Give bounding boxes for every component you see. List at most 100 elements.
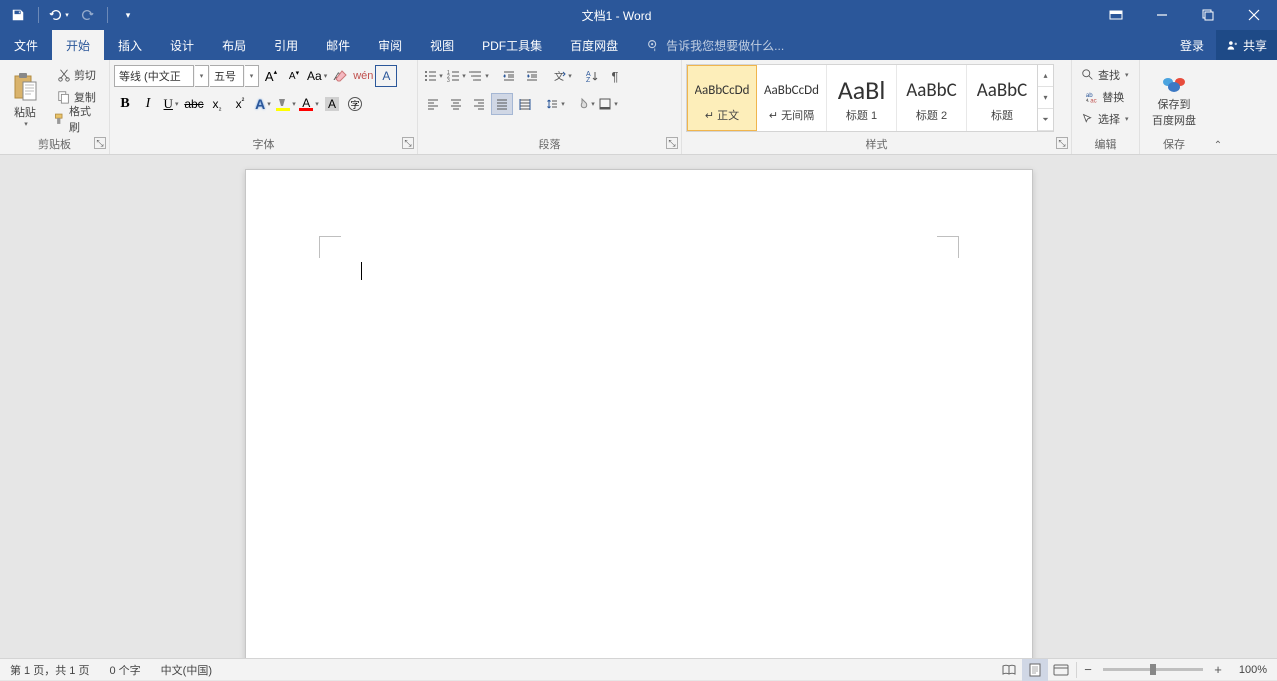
highlight-button[interactable]: ▾: [275, 93, 297, 115]
style-title[interactable]: AaBbC 标题: [967, 65, 1037, 131]
maximize-button[interactable]: [1185, 0, 1231, 30]
decrease-indent-button[interactable]: [498, 65, 520, 87]
tab-layout[interactable]: 布局: [208, 30, 260, 60]
borders-button[interactable]: ▾: [597, 93, 619, 115]
sort-button[interactable]: AZ: [581, 65, 603, 87]
increase-indent-button[interactable]: [521, 65, 543, 87]
paste-button[interactable]: 粘贴 ▾: [4, 64, 46, 136]
align-distributed-button[interactable]: [514, 93, 536, 115]
change-case-button[interactable]: Aa▾: [306, 65, 328, 87]
styles-gallery: AaBbCcDd ↵ 正文 AaBbCcDd ↵ 无间隔 AaBl 标题 1 A…: [686, 64, 1054, 132]
style-no-spacing[interactable]: AaBbCcDd ↵ 无间隔: [757, 65, 827, 131]
zoom-in-button[interactable]: +: [1209, 661, 1227, 679]
page[interactable]: [245, 169, 1033, 658]
status-page[interactable]: 第 1 页，共 1 页: [0, 659, 99, 680]
align-center-button[interactable]: [445, 93, 467, 115]
tab-design[interactable]: 设计: [156, 30, 208, 60]
superscript-button[interactable]: x²: [229, 93, 251, 115]
character-border-button[interactable]: A: [375, 65, 397, 87]
tell-me-search[interactable]: 告诉我您想要做什么...: [646, 30, 784, 60]
style-preview: AaBl: [838, 73, 886, 107]
sign-in-button[interactable]: 登录: [1168, 30, 1216, 60]
tab-baidu-netdisk[interactable]: 百度网盘: [556, 30, 632, 60]
paragraph-launcher[interactable]: ⤡: [666, 137, 678, 149]
tab-mailings[interactable]: 邮件: [312, 30, 364, 60]
asian-layout-button[interactable]: 文▾: [551, 65, 573, 87]
share-button[interactable]: 共享: [1216, 30, 1277, 60]
ribbon: 粘贴 ▾ 剪切 复制 格式刷 剪贴板 ⤡: [0, 60, 1277, 155]
tab-home[interactable]: 开始: [52, 30, 104, 60]
numbering-button[interactable]: 123▾: [445, 65, 467, 87]
ribbon-display-button[interactable]: [1093, 0, 1139, 30]
find-button[interactable]: 查找▾: [1076, 64, 1134, 86]
bold-button[interactable]: B: [114, 93, 136, 115]
styles-scroll-down[interactable]: ▾: [1038, 87, 1053, 109]
format-painter-button[interactable]: 格式刷: [48, 108, 105, 130]
font-name-dropdown[interactable]: ▾: [195, 65, 209, 87]
phonetic-guide-button[interactable]: wén: [352, 65, 374, 87]
undo-button[interactable]: ▾: [47, 3, 71, 27]
view-read-mode[interactable]: [996, 659, 1022, 681]
multilevel-list-button[interactable]: ▾: [468, 65, 490, 87]
bullets-button[interactable]: ▾: [422, 65, 444, 87]
enclose-characters-button[interactable]: 字: [344, 93, 366, 115]
text-effects-button[interactable]: A▾: [252, 93, 274, 115]
style-heading2[interactable]: AaBbC 标题 2: [897, 65, 967, 131]
select-button[interactable]: 选择▾: [1076, 108, 1134, 130]
subscript-button[interactable]: x₂: [206, 93, 228, 115]
font-color-button[interactable]: A▾: [298, 93, 320, 115]
font-size-combo[interactable]: 五号: [210, 65, 244, 87]
styles-scroll-up[interactable]: ▴: [1038, 65, 1053, 87]
view-web-layout[interactable]: [1048, 659, 1074, 681]
view-print-layout[interactable]: [1022, 659, 1048, 681]
strikethrough-button[interactable]: abc: [183, 93, 205, 115]
align-justify-button[interactable]: [491, 93, 513, 115]
shading-button[interactable]: ▾: [574, 93, 596, 115]
customize-qat-button[interactable]: ▾: [116, 3, 140, 27]
minimize-button[interactable]: [1139, 0, 1185, 30]
show-marks-button[interactable]: ¶: [604, 65, 626, 87]
status-word-count[interactable]: 0 个字: [99, 659, 150, 680]
tab-insert[interactable]: 插入: [104, 30, 156, 60]
underline-button[interactable]: U▾: [160, 93, 182, 115]
text-cursor: [361, 262, 362, 280]
tab-references[interactable]: 引用: [260, 30, 312, 60]
font-name-combo[interactable]: 等线 (中文正: [114, 65, 194, 87]
tell-me-placeholder: 告诉我您想要做什么...: [666, 37, 784, 54]
italic-button[interactable]: I: [137, 93, 159, 115]
tab-pdf-tools[interactable]: PDF工具集: [468, 30, 556, 60]
character-shading-button[interactable]: A: [321, 93, 343, 115]
collapse-ribbon-button[interactable]: ⌃: [1208, 60, 1228, 154]
style-name: ↵ 正文: [705, 107, 739, 123]
tab-review[interactable]: 审阅: [364, 30, 416, 60]
tab-file[interactable]: 文件: [0, 30, 52, 60]
tab-view[interactable]: 视图: [416, 30, 468, 60]
status-language[interactable]: 中文(中国): [151, 659, 222, 680]
font-launcher[interactable]: ⤡: [402, 137, 414, 149]
redo-button[interactable]: [75, 3, 99, 27]
clear-formatting-button[interactable]: A: [329, 65, 351, 87]
align-left-button[interactable]: [422, 93, 444, 115]
zoom-out-button[interactable]: −: [1079, 661, 1097, 679]
style-normal[interactable]: AaBbCcDd ↵ 正文: [687, 65, 757, 131]
shrink-font-button[interactable]: A▾: [283, 65, 305, 87]
grow-font-button[interactable]: A▴: [260, 65, 282, 87]
line-spacing-button[interactable]: ▾: [544, 93, 566, 115]
style-heading1[interactable]: AaBl 标题 1: [827, 65, 897, 131]
format-painter-label: 格式刷: [69, 103, 100, 135]
close-button[interactable]: [1231, 0, 1277, 30]
zoom-thumb[interactable]: [1150, 664, 1156, 675]
replace-button[interactable]: abac 替换: [1076, 86, 1134, 108]
save-to-baidu-button[interactable]: 保存到 百度网盘: [1144, 64, 1204, 136]
font-size-dropdown[interactable]: ▾: [245, 65, 259, 87]
clipboard-launcher[interactable]: ⤡: [94, 137, 106, 149]
styles-expand[interactable]: ⏷: [1038, 109, 1053, 131]
save-button[interactable]: [6, 3, 30, 27]
zoom-slider[interactable]: [1103, 668, 1203, 671]
svg-text:ac: ac: [1091, 97, 1097, 104]
styles-launcher[interactable]: ⤡: [1056, 137, 1068, 149]
cut-button[interactable]: 剪切: [48, 64, 105, 86]
document-area[interactable]: [0, 155, 1277, 658]
align-right-button[interactable]: [468, 93, 490, 115]
zoom-level[interactable]: 100%: [1227, 664, 1277, 676]
